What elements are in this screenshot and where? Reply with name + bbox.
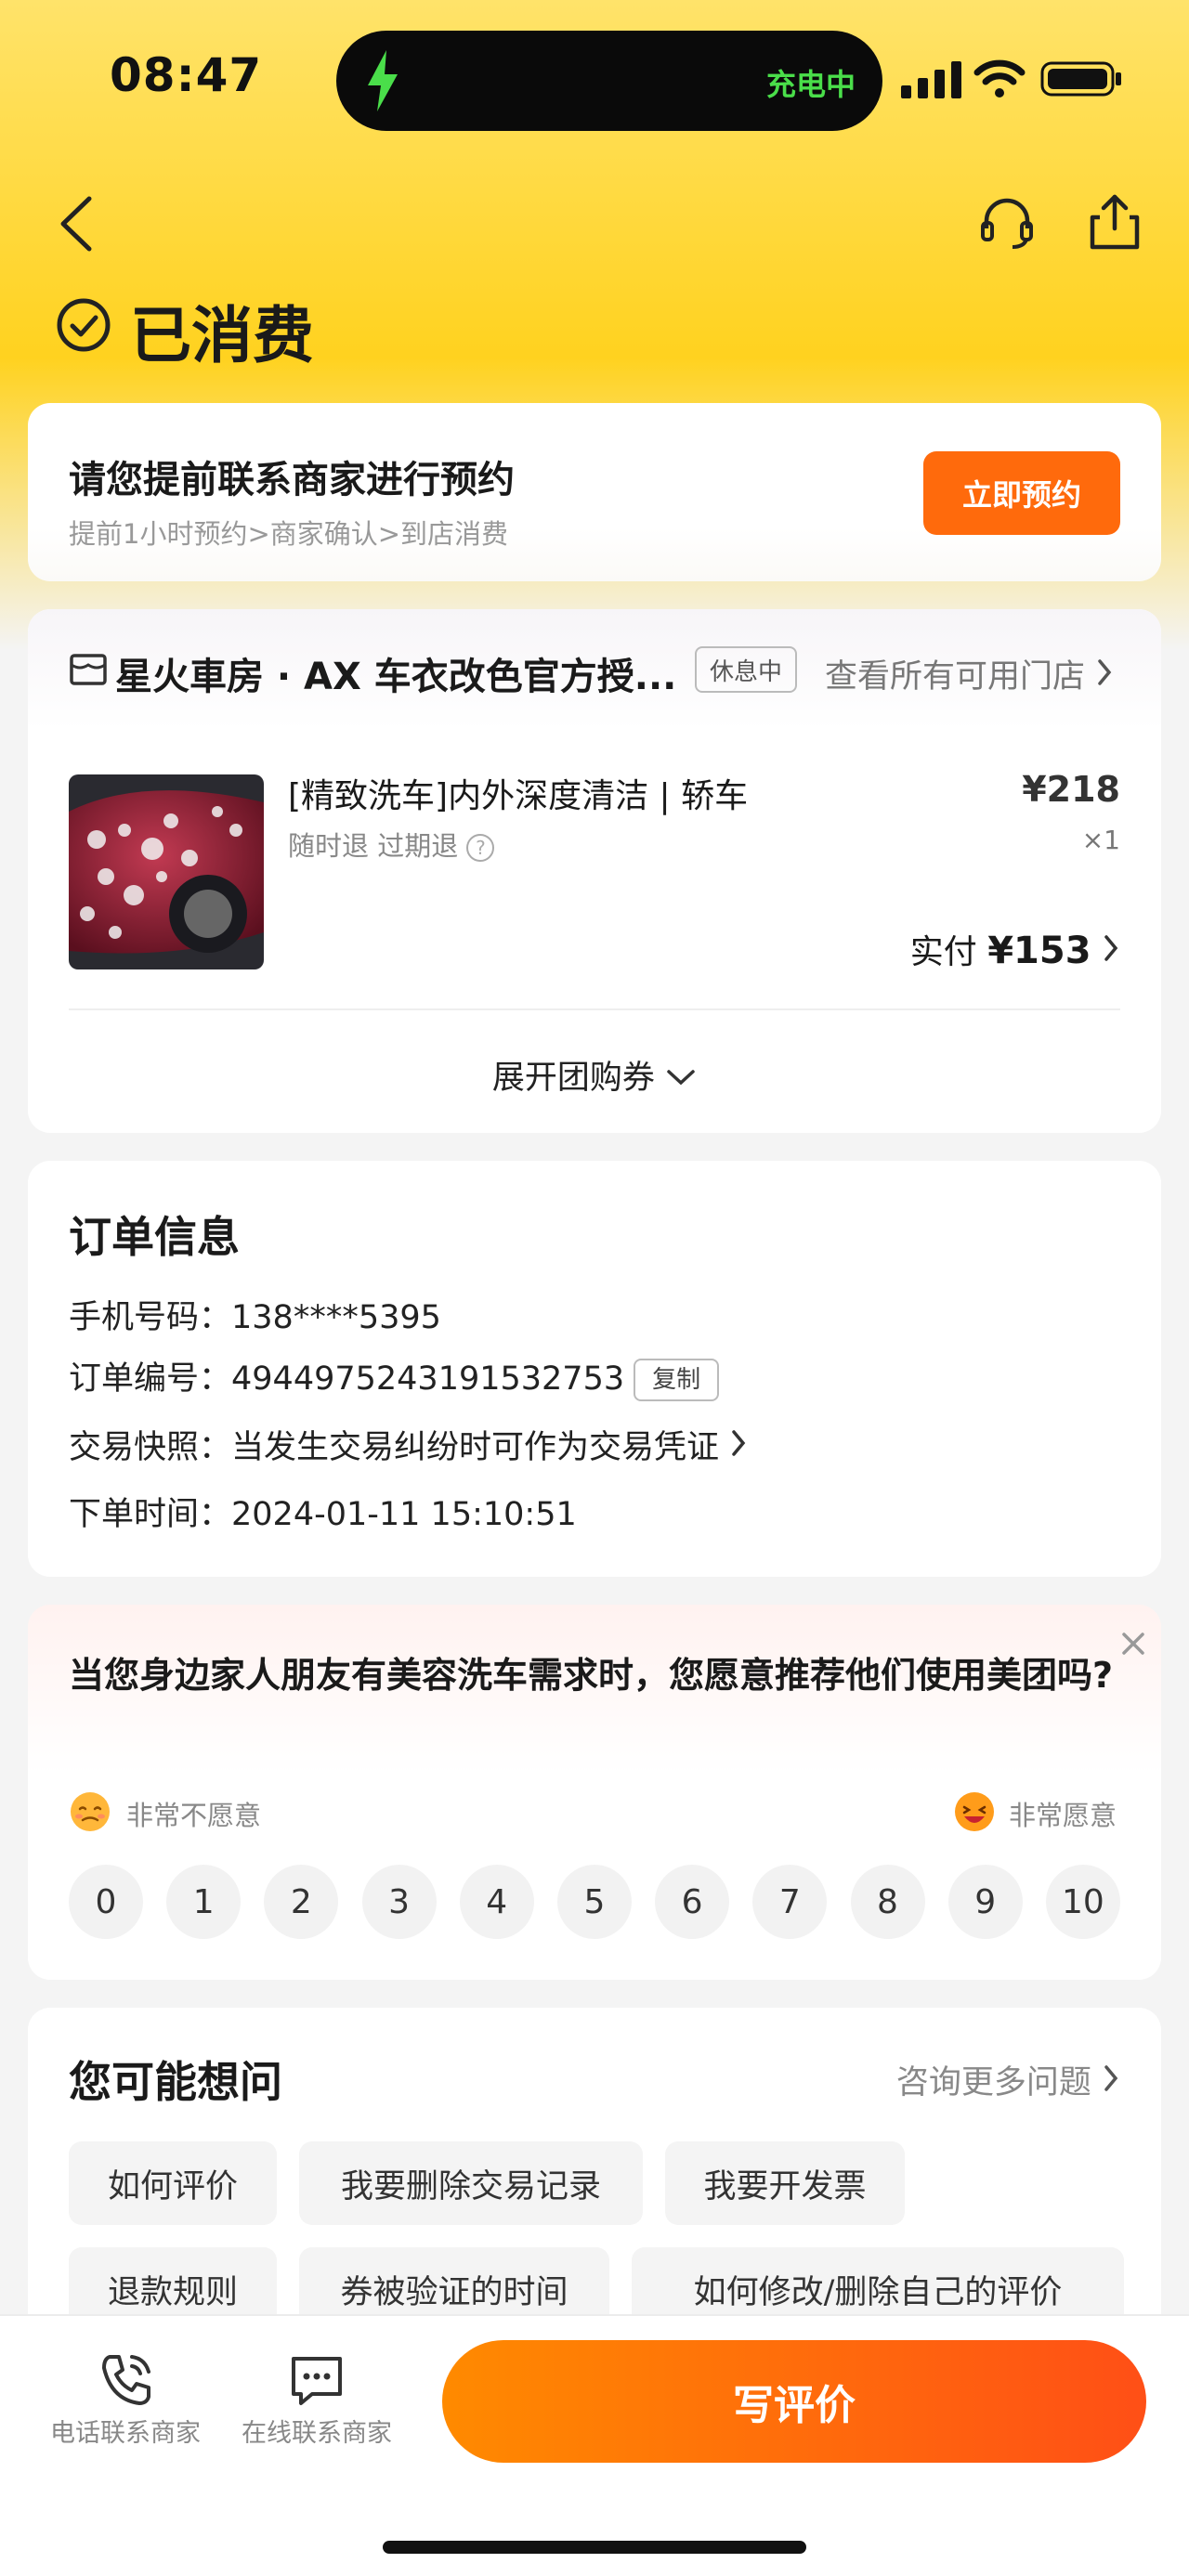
faq-chip[interactable]: 如何评价: [69, 2141, 277, 2225]
order-time-row: 下单时间：2024-01-11 15:10:51: [69, 1488, 577, 1535]
refund-tags-label: 随时退 过期退: [288, 830, 459, 862]
check-circle-icon: [57, 298, 111, 352]
faq-chip[interactable]: 我要删除交易记录: [299, 2141, 643, 2225]
chevron-right-icon: [1104, 935, 1118, 961]
chat-merchant-button[interactable]: 在线联系商家: [219, 2348, 414, 2449]
back-arrow-icon[interactable]: [54, 193, 100, 254]
score-option[interactable]: 1: [166, 1865, 242, 1939]
battery-icon: [1040, 61, 1121, 97]
store-card: 星火車房 · AX 车衣改色官方授... 休息中 查看所有可用门店 [精致洗车]…: [28, 609, 1161, 1133]
score-option[interactable]: 7: [752, 1865, 828, 1939]
order-number-value: 4944975243191532753: [231, 1360, 625, 1398]
low-score-label: 非常不愿意: [126, 1800, 262, 1831]
survey-question: 当您身边家人朋友有美容洗车需求时，您愿意推荐他们使用美团吗?: [69, 1655, 1114, 1696]
order-info-title: 订单信息: [69, 1212, 240, 1262]
score-options: 0 1 2 3 4 5 6 7 8 9 10: [69, 1865, 1120, 1939]
bottom-action-bar: 电话联系商家 在线联系商家 写评价: [0, 2314, 1189, 2576]
all-stores-link[interactable]: 查看所有可用门店: [825, 650, 1114, 697]
wifi-icon: [973, 59, 1026, 98]
order-info-card: 订单信息 手机号码：138****5395 订单编号：4944975243191…: [28, 1161, 1161, 1577]
more-questions-label: 咨询更多问题: [895, 2064, 1091, 2101]
status-time: 08:47: [110, 48, 263, 102]
cellular-signal-icon: [901, 61, 961, 98]
product-price: ¥218: [1022, 769, 1120, 810]
snapshot-value: 当发生交易纠纷时可作为交易凭证: [231, 1429, 720, 1466]
page-title: 已消费: [130, 300, 314, 371]
faq-chip[interactable]: 我要开发票: [665, 2141, 905, 2225]
score-option[interactable]: 5: [556, 1865, 632, 1939]
nps-survey-card: 当您身边家人朋友有美容洗车需求时，您愿意推荐他们使用美团吗? 非常不愿意 非常愿…: [28, 1605, 1161, 1980]
book-now-button[interactable]: 立即预约: [923, 451, 1120, 535]
store-status-badge: 休息中: [695, 646, 798, 693]
appointment-steps: 提前1小时预约>商家确认>到店消费: [69, 518, 509, 550]
faq-title: 您可能想问: [69, 2057, 282, 2107]
score-option[interactable]: 4: [459, 1865, 534, 1939]
chat-merchant-label: 在线联系商家: [242, 2419, 392, 2448]
paid-amount-row[interactable]: 实付 ¥153: [910, 925, 1120, 973]
all-stores-label: 查看所有可用门店: [825, 658, 1086, 696]
phone-label: 手机号码：: [69, 1299, 232, 1336]
headset-support-icon[interactable]: [979, 195, 1035, 251]
chevron-right-icon: [1104, 2065, 1118, 2091]
score-option[interactable]: 10: [1045, 1865, 1120, 1939]
call-merchant-button[interactable]: 电话联系商家: [28, 2348, 223, 2449]
expand-coupons-label: 展开团购券: [491, 1060, 655, 1097]
high-score-label: 非常愿意: [1009, 1800, 1117, 1831]
charging-bolt-icon: [368, 50, 398, 111]
product-thumbnail[interactable]: [69, 774, 264, 969]
phone-value: 138****5395: [231, 1299, 441, 1336]
store-name[interactable]: 星火車房 · AX 车衣改色官方授...: [115, 646, 676, 700]
score-option[interactable]: 6: [655, 1865, 730, 1939]
paid-amount: ¥153: [987, 930, 1091, 972]
chat-bubble-icon: [292, 2357, 342, 2405]
store-icon: [70, 654, 107, 685]
chevron-right-icon: [732, 1430, 746, 1456]
order-time-value: 2024-01-11 15:10:51: [231, 1496, 577, 1533]
more-questions-link[interactable]: 咨询更多问题: [896, 2056, 1120, 2103]
score-option[interactable]: 9: [947, 1865, 1023, 1939]
order-number-label: 订单编号：: [69, 1360, 232, 1398]
order-number-row: 订单编号：4944975243191532753 复制: [69, 1352, 720, 1401]
score-option[interactable]: 8: [850, 1865, 925, 1939]
snapshot-label: 交易快照：: [69, 1429, 232, 1466]
call-merchant-label: 电话联系商家: [50, 2419, 201, 2448]
score-option[interactable]: 0: [69, 1865, 143, 1939]
appointment-title: 请您提前联系商家进行预约: [69, 459, 515, 501]
order-time-label: 下单时间：: [69, 1496, 232, 1533]
score-option[interactable]: 3: [361, 1865, 437, 1939]
charging-label: 充电中: [766, 67, 856, 102]
share-icon[interactable]: [1087, 191, 1143, 253]
sad-face-icon: [71, 1792, 110, 1831]
snapshot-row[interactable]: 交易快照：当发生交易纠纷时可作为交易凭证: [69, 1421, 748, 1468]
chevron-right-icon: [1098, 659, 1112, 685]
refund-tags: 随时退 过期退 ?: [288, 825, 495, 864]
phone-icon: [102, 2355, 150, 2405]
happy-face-icon: [955, 1792, 994, 1831]
home-indicator: [383, 2541, 806, 2554]
expand-coupons-button[interactable]: 展开团购券: [28, 1051, 1161, 1099]
copy-button[interactable]: 复制: [634, 1359, 720, 1401]
chevron-down-icon: [667, 1070, 695, 1086]
phone-row: 手机号码：138****5395: [69, 1291, 441, 1338]
help-circle-icon[interactable]: ?: [466, 834, 495, 862]
close-icon[interactable]: [1115, 1625, 1152, 1662]
score-option[interactable]: 2: [264, 1865, 339, 1939]
divider: [69, 1008, 1120, 1010]
paid-label: 实付: [909, 933, 977, 971]
appointment-card: 请您提前联系商家进行预约 提前1小时预约>商家确认>到店消费 立即预约: [28, 403, 1161, 581]
product-quantity: ×1: [1081, 825, 1120, 855]
write-review-button[interactable]: 写评价: [442, 2340, 1146, 2463]
product-title[interactable]: [精致洗车]内外深度清洁 | 轿车: [288, 769, 748, 817]
